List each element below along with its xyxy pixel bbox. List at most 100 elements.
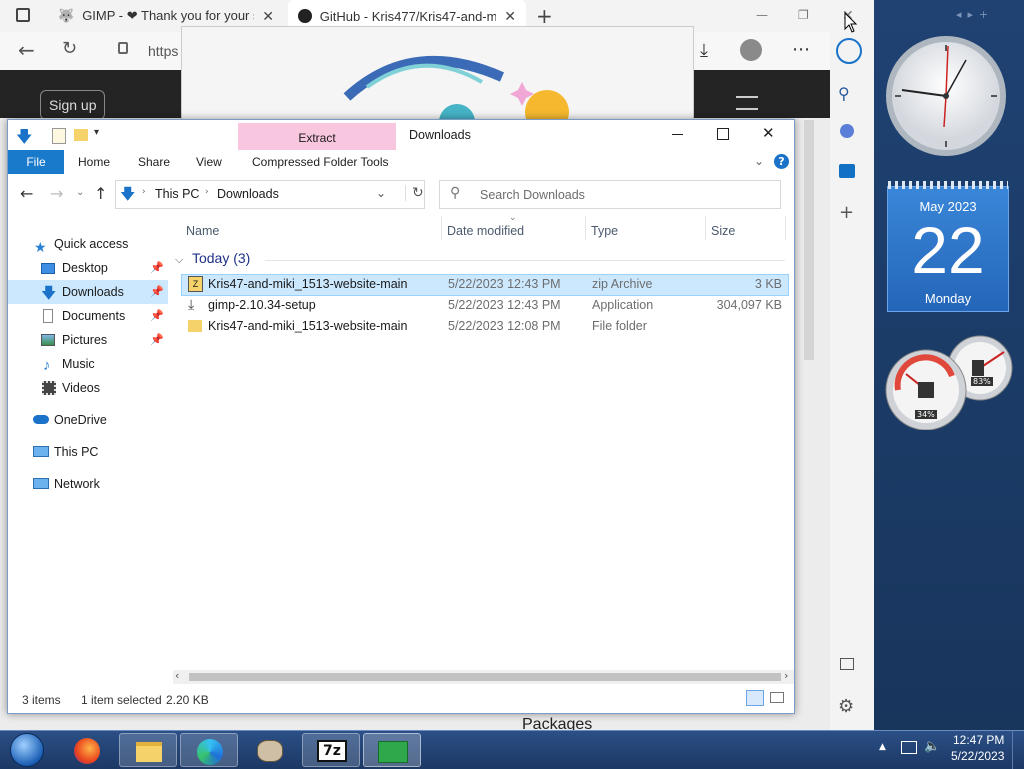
nav-network[interactable]: Network	[8, 472, 168, 496]
address-dropdown-icon[interactable]: ⌄	[376, 186, 386, 200]
edge-sidebar: ⚲ + ⚙	[830, 32, 874, 730]
close-tab-icon[interactable]: ✕	[504, 8, 516, 25]
pictures-icon	[41, 334, 55, 346]
7zip-icon[interactable]: 7z	[302, 733, 360, 767]
close-tab-icon[interactable]: ✕	[262, 8, 274, 25]
volume-muted-icon[interactable]: 🔈	[924, 739, 940, 754]
file-row[interactable]: Kris47-and-miki_1513-website-main 5/22/2…	[182, 317, 788, 337]
installer-icon[interactable]	[363, 733, 421, 767]
address-bar[interactable]: https	[148, 43, 178, 59]
tab-file[interactable]: File	[8, 150, 64, 174]
settings-gear-icon[interactable]: ⚙	[838, 696, 854, 717]
file-explorer-icon[interactable]	[119, 733, 177, 767]
network-status-icon[interactable]	[901, 741, 917, 754]
tab-share[interactable]: Share	[130, 150, 178, 174]
nav-documents[interactable]: Documents 📌	[8, 304, 168, 328]
extract-context-tab[interactable]: Extract	[238, 123, 396, 150]
close-button[interactable]: ✕	[762, 124, 775, 142]
restore-browser-button[interactable]: ❐	[798, 8, 809, 22]
start-orb[interactable]	[10, 733, 44, 767]
file-date: 5/22/2023 12:43 PM	[448, 298, 561, 312]
navigation-pane: ★ Quick access Desktop 📌 🡇 Downloads 📌 D…	[8, 216, 168, 686]
tab-view[interactable]: View	[188, 150, 230, 174]
back-button[interactable]: ←	[20, 184, 33, 203]
nav-downloads[interactable]: 🡇 Downloads 📌	[8, 280, 168, 304]
nav-onedrive[interactable]: OneDrive	[8, 408, 168, 432]
edge-icon[interactable]	[180, 733, 238, 767]
scrollbar-thumb[interactable]	[189, 673, 781, 681]
customize-toolbar-icon[interactable]: ▾	[94, 127, 99, 138]
file-row[interactable]: Z Kris47-and-miki_1513-website-main 5/22…	[181, 274, 789, 296]
minimize-button[interactable]	[672, 134, 683, 135]
column-divider	[705, 216, 706, 240]
refresh-icon[interactable]: ↻	[405, 185, 424, 201]
column-header-date-modified[interactable]: Date modified	[447, 224, 524, 238]
nav-this-pc[interactable]: This PC	[8, 440, 168, 464]
large-icons-view-icon[interactable]	[770, 692, 784, 703]
breadcrumb-this-pc[interactable]: This PC	[155, 187, 199, 201]
properties-icon[interactable]	[52, 128, 66, 144]
profile-avatar[interactable]	[740, 39, 762, 61]
tab-compressed-folder-tools[interactable]: Compressed Folder Tools	[244, 150, 397, 174]
search-icon[interactable]: ⚲	[838, 84, 850, 103]
download-icon[interactable]: ⤓	[700, 40, 708, 61]
more-menu-icon[interactable]: ⋯	[792, 39, 810, 60]
details-view-icon[interactable]	[746, 690, 764, 706]
recent-locations-icon[interactable]: ⌄	[76, 187, 84, 198]
up-button[interactable]: ↑	[94, 184, 107, 203]
page-scrollbar[interactable]	[804, 120, 814, 360]
column-header-size[interactable]: Size	[711, 224, 735, 238]
file-row[interactable]: ⤓ gimp-2.10.34-setup 5/22/2023 12:43 PM …	[182, 296, 788, 316]
copilot-icon[interactable]	[840, 124, 854, 138]
column-divider	[441, 216, 442, 240]
show-hidden-icons-icon[interactable]: ▲	[879, 742, 886, 752]
nav-label: Music	[62, 357, 95, 371]
column-header-type[interactable]: Type	[591, 224, 618, 238]
outlook-icon[interactable]	[839, 164, 855, 178]
search-box[interactable]: ⚲ Search Downloads	[439, 180, 781, 209]
nav-desktop[interactable]: Desktop 📌	[8, 256, 168, 280]
add-sidebar-app-icon[interactable]: +	[839, 202, 854, 223]
file-name: Kris47-and-miki_1513-website-main	[208, 277, 408, 291]
show-desktop-button[interactable]	[1012, 731, 1024, 769]
address-bar[interactable]: 🡇 › This PC › Downloads ⌄ ↻	[115, 180, 425, 209]
breadcrumb-downloads[interactable]: Downloads	[217, 187, 279, 201]
tab-home[interactable]: Home	[70, 150, 118, 174]
selection-size: 2.20 KB	[166, 693, 209, 707]
scroll-left-icon[interactable]: ‹	[175, 669, 179, 682]
group-header[interactable]: ⌵ Today (3)	[175, 250, 250, 267]
calendar-gadget: May 2023 22 Monday	[887, 181, 1009, 312]
clock-time[interactable]: 12:47 PM	[953, 733, 1004, 747]
expand-ribbon-icon[interactable]: ⌄	[754, 154, 764, 168]
bing-chat-icon[interactable]	[836, 38, 862, 64]
clock-date[interactable]: 5/22/2023	[951, 749, 1004, 763]
firefox-icon[interactable]	[58, 733, 116, 767]
taskbar: 7z ▲ 🔈 12:47 PM 5/22/2023	[0, 730, 1024, 769]
minimize-browser-button[interactable]: —	[756, 8, 768, 22]
sidebar-toggle-icon[interactable]	[840, 658, 854, 670]
gimp-icon[interactable]	[241, 733, 299, 767]
new-tab-button[interactable]: +	[536, 4, 553, 28]
github-favicon-icon	[298, 9, 312, 23]
horizontal-scrollbar[interactable]: ‹ ›	[173, 669, 794, 684]
scroll-right-icon[interactable]: ›	[784, 669, 788, 682]
forward-button[interactable]: →	[50, 184, 63, 203]
maximize-button[interactable]	[717, 128, 729, 140]
hamburger-menu-icon[interactable]	[736, 96, 758, 110]
nav-videos[interactable]: Videos	[8, 376, 168, 400]
column-header-name[interactable]: Name	[186, 224, 219, 238]
folder-icon	[188, 320, 202, 332]
nav-label: Quick access	[54, 237, 129, 251]
nav-pictures[interactable]: Pictures 📌	[8, 328, 168, 352]
help-icon[interactable]: ?	[774, 154, 789, 169]
refresh-icon[interactable]: ↻	[62, 38, 77, 59]
tab-actions-icon[interactable]	[16, 8, 30, 22]
back-arrow-icon[interactable]: ←	[18, 38, 35, 62]
nav-music[interactable]: ♪ Music	[8, 352, 168, 376]
sign-up-button[interactable]: Sign up	[40, 90, 106, 120]
quick-access-down-arrow-icon[interactable]: 🡇	[16, 126, 32, 153]
nav-quick-access[interactable]: ★ Quick access	[8, 232, 168, 256]
new-folder-icon[interactable]	[74, 129, 88, 141]
explorer-title-bar: 🡇 ▾ Extract Downloads ✕	[8, 120, 794, 150]
column-divider	[785, 216, 786, 240]
